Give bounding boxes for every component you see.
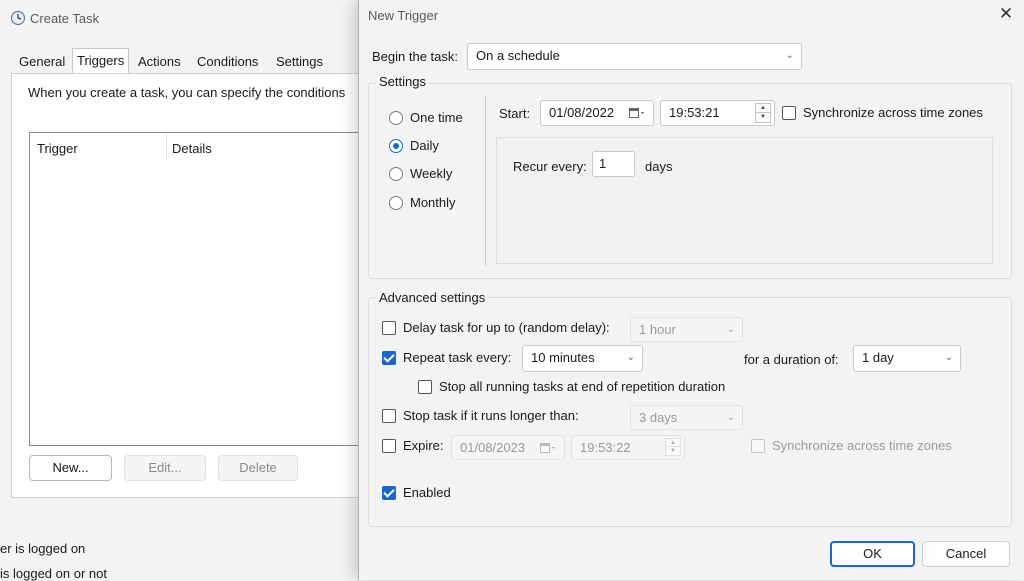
recur-unit-label: days	[645, 159, 673, 174]
column-header-trigger[interactable]: Trigger	[37, 141, 78, 156]
begin-task-dropdown[interactable]: On a schedule ⌄	[467, 43, 802, 70]
enabled-label[interactable]: Enabled	[403, 485, 451, 500]
duration-label: for a duration of:	[744, 352, 839, 367]
expire-sync-label: Synchronize across time zones	[772, 438, 952, 453]
cancel-button[interactable]: Cancel	[922, 541, 1010, 567]
recur-every-input[interactable]: 1	[592, 151, 635, 177]
tab-conditions[interactable]: Conditions	[195, 52, 260, 74]
tab-settings[interactable]: Settings	[274, 52, 325, 74]
ok-button[interactable]: OK	[830, 541, 915, 567]
calendar-dropdown-icon[interactable]	[540, 442, 558, 454]
chevron-down-icon: ⌄	[785, 50, 794, 61]
calendar-dropdown-icon[interactable]	[629, 107, 647, 119]
chevron-down-icon: ⌄	[944, 352, 953, 363]
expire-time-value: 19:53:22	[580, 440, 631, 455]
radio-monthly-label[interactable]: Monthly	[410, 195, 456, 210]
delete-trigger-button[interactable]: Delete	[218, 455, 298, 481]
clock-icon	[10, 10, 26, 26]
spin-down-icon[interactable]: ▼	[755, 113, 771, 123]
settings-legend: Settings	[376, 74, 429, 89]
radio-one-time[interactable]	[389, 111, 403, 125]
tab-triggers[interactable]: Triggers	[72, 48, 130, 74]
begin-task-value: On a schedule	[476, 48, 560, 63]
stop-if-longer-label[interactable]: Stop task if it runs longer than:	[403, 408, 579, 423]
chevron-down-icon: ⌄	[726, 412, 735, 423]
sync-time-zones-label[interactable]: Synchronize across time zones	[803, 105, 983, 120]
start-label: Start:	[499, 106, 531, 121]
duration-value: 1 day	[862, 350, 894, 365]
expire-checkbox[interactable]	[382, 439, 396, 453]
time-spin-buttons[interactable]: ▲ ▼	[665, 438, 681, 457]
start-date-picker[interactable]: 01/08/2022	[540, 100, 654, 126]
settings-divider	[485, 96, 486, 266]
stop-if-longer-checkbox[interactable]	[382, 409, 396, 423]
column-divider[interactable]	[166, 134, 167, 160]
delay-duration-dropdown[interactable]: 1 hour ⌄	[630, 317, 743, 342]
background-text-line: er is logged on	[0, 541, 86, 556]
delay-duration-value: 1 hour	[639, 322, 676, 337]
background-text-line: is logged on or not	[0, 566, 107, 581]
stop-if-longer-dropdown[interactable]: 3 days ⌄	[630, 405, 743, 430]
spin-up-icon[interactable]: ▲	[665, 438, 681, 447]
enabled-checkbox[interactable]	[382, 486, 396, 500]
radio-daily[interactable]	[389, 139, 403, 153]
repeat-interval-dropdown[interactable]: 10 minutes ⌄	[522, 345, 643, 372]
dialog-title: New Trigger	[368, 8, 439, 23]
spin-down-icon[interactable]: ▼	[665, 447, 681, 456]
spin-up-icon[interactable]: ▲	[755, 103, 771, 113]
new-trigger-button[interactable]: New...	[29, 455, 112, 481]
repeat-interval-value: 10 minutes	[531, 350, 595, 365]
radio-monthly[interactable]	[389, 196, 403, 210]
edit-trigger-button[interactable]: Edit...	[124, 455, 206, 481]
stop-all-tasks-label[interactable]: Stop all running tasks at end of repetit…	[439, 379, 725, 394]
expire-sync-checkbox[interactable]	[751, 439, 765, 453]
sync-time-zones-checkbox[interactable]	[782, 106, 796, 120]
start-date-value: 01/08/2022	[549, 105, 615, 120]
tab-general[interactable]: General	[17, 52, 67, 74]
expire-label[interactable]: Expire:	[403, 438, 443, 453]
start-time-value: 19:53:21	[669, 105, 720, 120]
radio-weekly-label[interactable]: Weekly	[410, 166, 452, 181]
delay-task-checkbox[interactable]	[382, 321, 396, 335]
begin-task-label: Begin the task:	[372, 49, 458, 64]
repeat-task-checkbox[interactable]	[382, 351, 396, 365]
advanced-settings-legend: Advanced settings	[376, 290, 489, 305]
repeat-task-label[interactable]: Repeat task every:	[403, 350, 511, 365]
expire-date-picker[interactable]: 01/08/2023	[451, 435, 565, 460]
duration-dropdown[interactable]: 1 day ⌄	[853, 345, 961, 372]
column-header-details[interactable]: Details	[172, 141, 212, 156]
chevron-down-icon: ⌄	[726, 324, 735, 335]
radio-one-time-label[interactable]: One time	[410, 110, 463, 125]
stop-all-tasks-checkbox[interactable]	[418, 380, 432, 394]
recurrence-panel	[496, 137, 993, 264]
create-task-title: Create Task	[30, 11, 100, 26]
radio-weekly[interactable]	[389, 167, 403, 181]
recur-every-label: Recur every:	[513, 159, 587, 174]
triggers-description: When you create a task, you can specify …	[28, 85, 346, 100]
start-time-spinner[interactable]: 19:53:21 ▲ ▼	[660, 100, 775, 126]
stop-if-longer-value: 3 days	[639, 410, 678, 425]
time-spin-buttons[interactable]: ▲ ▼	[755, 103, 771, 123]
expire-date-value: 01/08/2023	[460, 440, 526, 455]
delay-task-label[interactable]: Delay task for up to (random delay):	[403, 320, 610, 335]
trigger-list[interactable]	[29, 132, 372, 446]
radio-daily-label[interactable]: Daily	[410, 138, 439, 153]
chevron-down-icon: ⌄	[626, 352, 635, 363]
close-icon[interactable]: ✕	[996, 4, 1016, 24]
expire-time-spinner[interactable]: 19:53:22 ▲ ▼	[571, 435, 685, 460]
tab-actions[interactable]: Actions	[136, 52, 183, 74]
